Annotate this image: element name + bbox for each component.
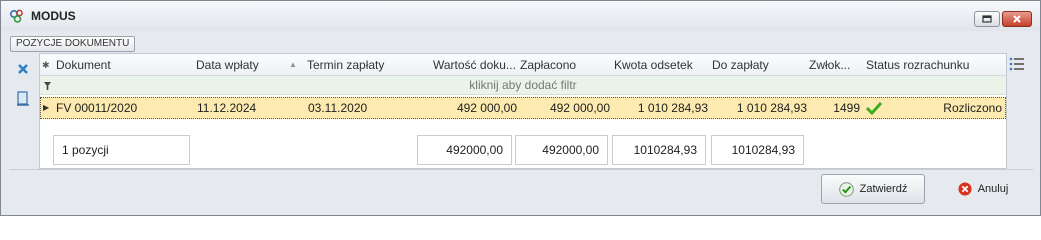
column-header-zaplacono[interactable]: Zapłacono — [520, 54, 610, 76]
document-preview-button[interactable] — [13, 89, 33, 109]
close-button[interactable] — [1002, 11, 1032, 27]
cell-odsetki: 1 010 284,93 — [637, 101, 708, 115]
column-header-dokument[interactable]: Dokument — [56, 54, 196, 76]
grid-header: ✱ Dokument Data wpłaty ▲ Termin zapłaty … — [40, 54, 1006, 76]
summary-odsetki: 1010284,93 — [612, 135, 706, 165]
table-row[interactable]: ▶ FV 00011/2020 11.12.2024 03.11.2020 49… — [40, 97, 1006, 119]
column-header-do-zaplaty[interactable]: Do zapłaty — [712, 54, 802, 76]
dialog-button-bar: Zatwierdź Anuluj — [9, 169, 1033, 209]
cell-wartosc: 492 000,00 — [456, 101, 517, 115]
summary-footer: 1 pozycji 492000,00 492000,00 1010284,93… — [39, 133, 1005, 169]
restore-icon — [982, 15, 992, 23]
column-header-odsetki[interactable]: Kwota odsetek — [614, 54, 710, 76]
row-indicator-icon: ▶ — [43, 103, 50, 112]
cell-zaplacono: 492 000,00 — [549, 101, 610, 115]
cancel-button[interactable]: Anuluj — [933, 174, 1033, 204]
cancel-label: Anuluj — [977, 183, 1009, 195]
cell-dokument: FV 00011/2020 — [56, 101, 138, 115]
modus-logo-icon — [9, 9, 23, 23]
cell-do-zaplaty: 1 010 284,93 — [736, 101, 807, 115]
check-icon — [866, 101, 882, 115]
delete-row-button[interactable] — [13, 59, 33, 79]
group-tab-pozycje[interactable]: POZYCJE DOKUMENTU — [10, 36, 136, 52]
cell-termin: 03.11.2020 — [308, 101, 368, 115]
column-options-button[interactable] — [1009, 57, 1031, 77]
cell-data-wplaty: 11.12.2024 — [197, 101, 257, 115]
modus-window: MODUS POZYCJE DOKUMENTU ✱ Dokument Data … — [0, 0, 1041, 216]
summary-wartosc: 492000,00 — [417, 135, 512, 165]
close-icon — [1013, 15, 1021, 23]
filter-placeholder: kliknij aby dodać filtr — [469, 78, 577, 92]
summary-do-zaplaty: 1010284,93 — [711, 135, 804, 165]
summary-zaplacono: 492000,00 — [515, 135, 608, 165]
confirm-check-icon — [838, 181, 854, 197]
document-icon — [17, 91, 29, 106]
cell-status: Rozliczono — [943, 101, 1002, 115]
confirm-button[interactable]: Zatwierdź — [821, 174, 925, 204]
column-header-termin[interactable]: Termin zapłaty — [307, 54, 417, 76]
sort-ascending-icon: ▲ — [289, 60, 297, 69]
group-tab-label: POZYCJE DOKUMENTU — [16, 38, 130, 49]
column-header-status[interactable]: Status rozrachunku — [866, 54, 1006, 76]
window-title: MODUS — [31, 9, 76, 23]
cancel-icon — [958, 182, 972, 196]
remove-icon — [18, 64, 28, 74]
restore-button[interactable] — [974, 11, 1000, 27]
column-chooser-icon[interactable]: ✱ — [42, 54, 52, 76]
title-bar: MODUS — [1, 1, 1040, 31]
filter-row[interactable]: kliknij aby dodać filtr — [40, 76, 1006, 95]
summary-count: 1 pozycji — [53, 135, 190, 165]
column-header-zwloka[interactable]: Zwłok... — [809, 54, 861, 76]
list-options-icon — [1009, 57, 1024, 71]
cell-zwloka: 1499 — [833, 101, 860, 115]
column-header-wartosc[interactable]: Wartość doku... — [433, 54, 515, 76]
confirm-label: Zatwierdź — [859, 183, 908, 195]
left-toolbar — [9, 53, 39, 168]
